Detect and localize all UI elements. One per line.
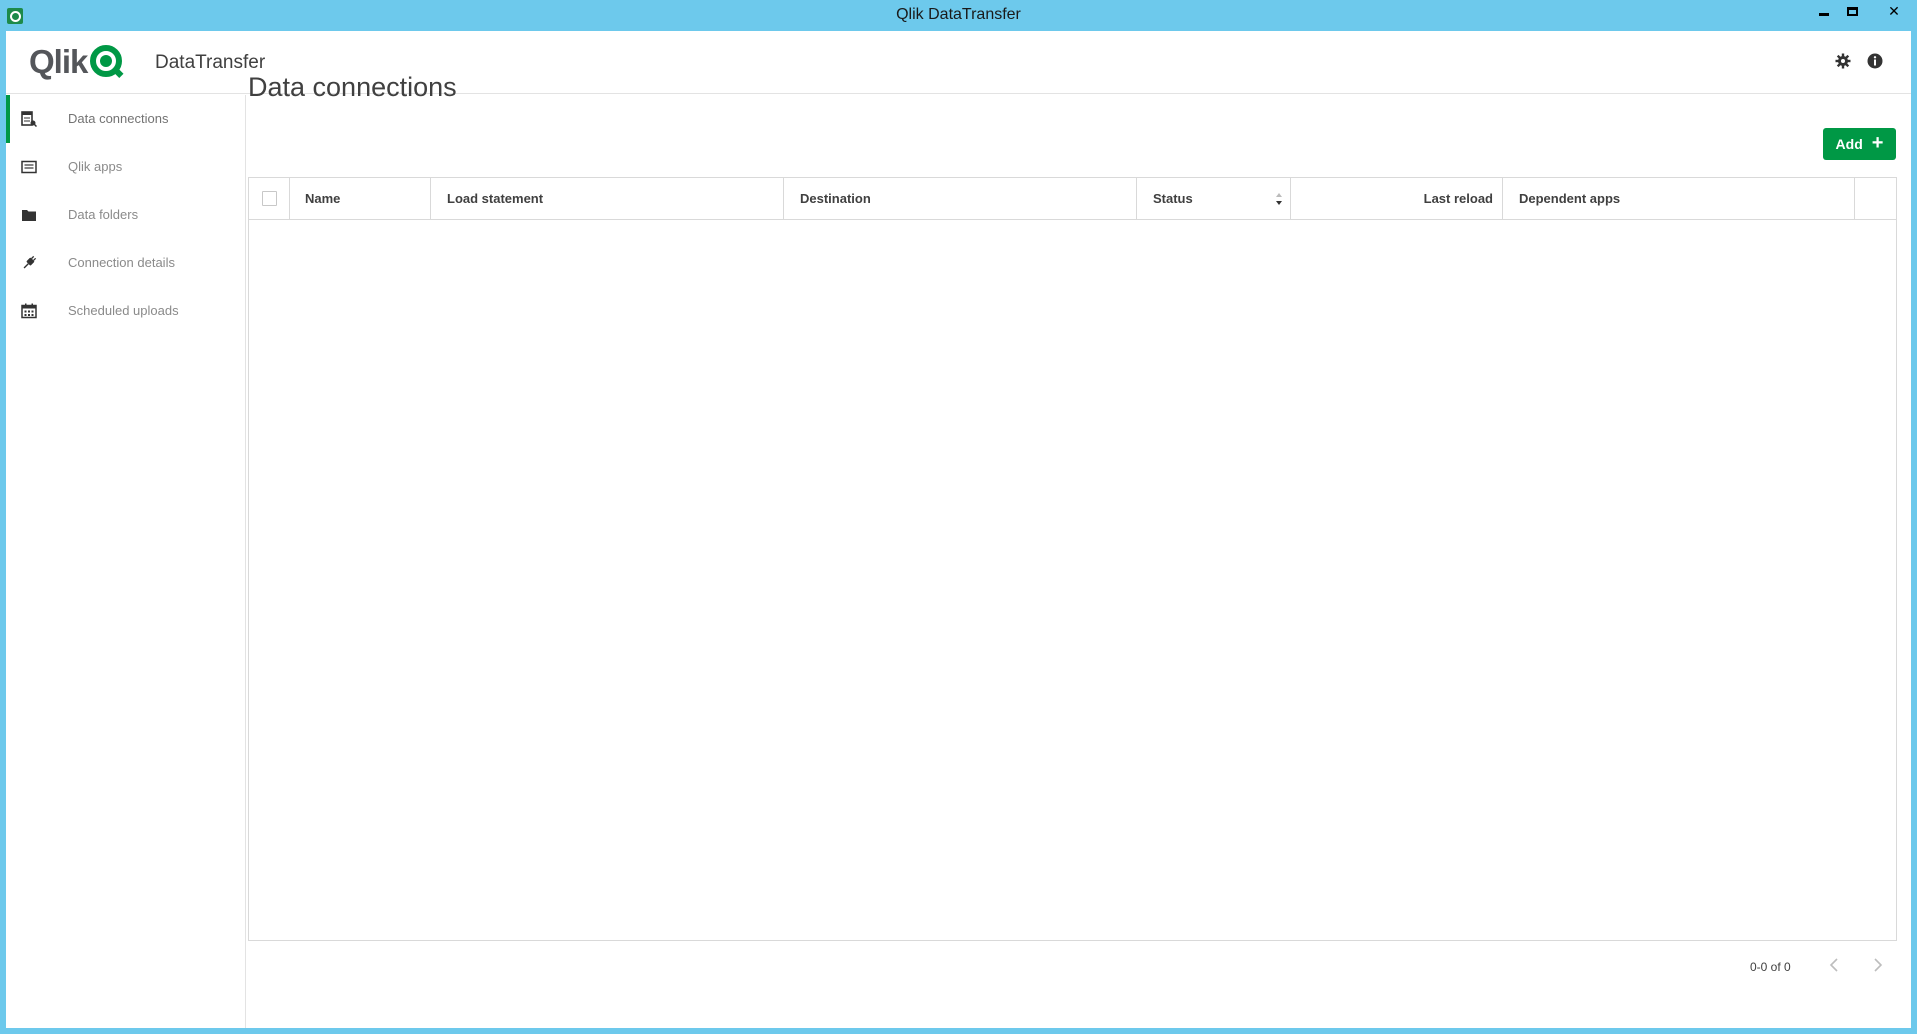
column-header-name[interactable]: Name [290, 178, 431, 219]
add-button-label: Add [1835, 136, 1863, 152]
about-button[interactable] [1865, 51, 1885, 71]
qlik-logo: Qlik [29, 43, 124, 80]
sidebar-item-label: Data connections [68, 111, 169, 126]
column-header-load-statement[interactable]: Load statement [431, 178, 784, 219]
info-icon [1867, 53, 1883, 69]
settings-button[interactable] [1833, 51, 1853, 71]
sidebar-item-data-folders[interactable]: Data folders [6, 191, 245, 239]
gear-icon [1835, 53, 1851, 69]
column-header-last-reload[interactable]: Last reload [1291, 178, 1503, 219]
maximize-button[interactable] [1839, 1, 1865, 21]
column-header-dependent-apps[interactable]: Dependent apps [1503, 178, 1855, 219]
sort-icon [1276, 193, 1282, 205]
plug-icon [20, 254, 38, 272]
add-button[interactable]: Add + [1823, 128, 1896, 160]
window-title-bar: Qlik DataTransfer ✕ [0, 0, 1917, 31]
sidebar-item-data-connections[interactable]: Data connections [6, 95, 245, 143]
minimize-button[interactable] [1811, 1, 1837, 21]
sidebar-item-label: Connection details [68, 255, 175, 270]
product-name: DataTransfer [155, 52, 266, 73]
logo-wordmark: Qlik [29, 43, 88, 80]
sidebar-item-label: Qlik apps [68, 159, 123, 174]
sidebar-item-label: Data folders [68, 207, 139, 222]
plus-icon: + [1871, 132, 1884, 154]
column-header-destination[interactable]: Destination [784, 178, 1137, 219]
chevron-left-icon [1829, 958, 1838, 972]
previous-page-button[interactable] [1821, 952, 1847, 978]
qlik-apps-icon [20, 158, 38, 176]
calendar-icon [20, 302, 38, 320]
column-header-status[interactable]: Status [1137, 178, 1291, 219]
data-connections-table: Name Load statement Destination Status L… [248, 177, 1897, 941]
select-all-checkbox[interactable] [261, 191, 277, 206]
pagination-status: 0-0 of 0 [1750, 960, 1791, 974]
next-page-button[interactable] [1865, 952, 1891, 978]
column-header-actions [1855, 178, 1897, 219]
page-title: Data connections [248, 72, 457, 102]
sidebar: Data connections Qlik apps Data folders … [6, 95, 246, 1028]
data-connections-icon [20, 110, 38, 128]
maximize-icon [1846, 6, 1858, 16]
qlik-q-icon [90, 45, 124, 79]
select-all-cell [249, 178, 290, 219]
close-icon: ✕ [1888, 2, 1900, 19]
chevron-right-icon [1874, 958, 1883, 972]
table-header: Name Load statement Destination Status L… [249, 178, 1896, 220]
folder-icon [20, 206, 38, 224]
window-title: Qlik DataTransfer [896, 6, 1021, 23]
sidebar-item-scheduled-uploads[interactable]: Scheduled uploads [6, 287, 245, 335]
minimize-icon [1819, 12, 1829, 16]
close-button[interactable]: ✕ [1874, 1, 1914, 21]
sidebar-item-qlik-apps[interactable]: Qlik apps [6, 143, 245, 191]
sidebar-item-connection-details[interactable]: Connection details [6, 239, 245, 287]
sidebar-item-label: Scheduled uploads [68, 303, 179, 318]
